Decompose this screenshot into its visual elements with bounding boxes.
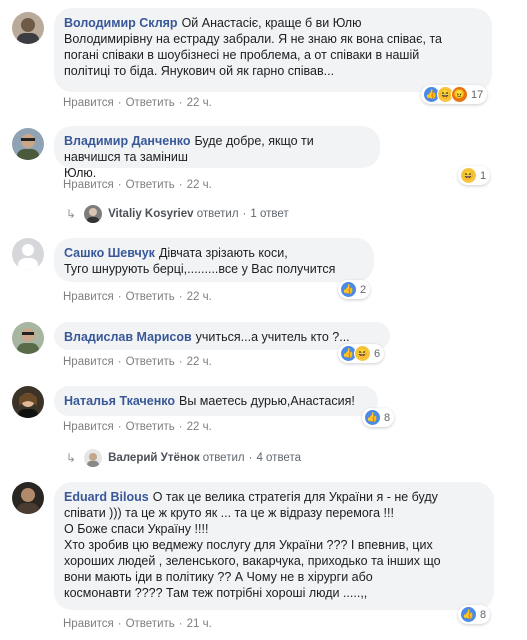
avatar[interactable] — [12, 128, 44, 160]
reply-link[interactable]: Ответить — [126, 97, 175, 109]
comment-actions: Нравится · Ответить · 22 ч. — [63, 179, 212, 191]
reaction-count: 17 — [471, 88, 484, 101]
angry-icon: 😠 — [451, 86, 468, 103]
haha-icon: 😆 — [460, 167, 477, 184]
comment-text: Вы маетесь дурью,Анастасия! — [179, 394, 355, 408]
comment-bubble: Владимир Данченко Буде добре, якщо ти нав… — [54, 126, 380, 180]
reply-verb: ответил — [196, 208, 239, 220]
avatar[interactable] — [12, 12, 44, 44]
reaction-summary[interactable]: 👍 😆 😠 17 — [421, 85, 488, 104]
reaction-count: 2 — [360, 283, 367, 296]
reaction-summary[interactable]: 👍 8 — [362, 408, 395, 427]
reply-link[interactable]: Ответить — [126, 421, 175, 433]
like-link[interactable]: Нравится — [63, 179, 114, 191]
like-icon: 👍 — [364, 409, 381, 426]
reply-arrow-icon: ↳ — [66, 451, 77, 465]
comment-actions: Нравится · Ответить · 22 ч. — [63, 421, 212, 433]
like-icon: 👍 — [340, 281, 357, 298]
like-link[interactable]: Нравится — [63, 356, 114, 368]
comment-author[interactable]: Eduard Bilous — [64, 490, 149, 504]
comment-bubble: Володимир Скляр Ой Анастасіє, краще б ви … — [54, 8, 492, 92]
reaction-count: 1 — [480, 169, 487, 182]
comment-bubble: Eduard Bilous О так це велика стратегія д… — [54, 482, 494, 610]
avatar[interactable] — [12, 322, 44, 354]
reaction-count: 8 — [480, 608, 487, 621]
like-icon: 👍 — [460, 606, 477, 623]
avatar[interactable] — [12, 482, 44, 514]
comment-actions: Нравится · Ответить · 21 ч. — [63, 618, 212, 630]
comment-bubble: Владислав Марисов учиться...а учитель кто… — [54, 322, 390, 350]
reaction-summary[interactable]: 👍 😆 6 — [338, 344, 385, 363]
reply-link[interactable]: Ответить — [126, 291, 175, 303]
comment-author[interactable]: Владислав Марисов — [64, 330, 192, 344]
reply-arrow-icon: ↳ — [66, 207, 77, 221]
timestamp[interactable]: 21 ч. — [187, 618, 212, 630]
comment-author[interactable]: Владимир Данченко — [64, 134, 190, 148]
reply-author[interactable]: Vitaliy Kosyriev — [108, 208, 193, 220]
reaction-count: 8 — [384, 411, 391, 424]
avatar[interactable] — [12, 386, 44, 418]
timestamp[interactable]: 22 ч. — [187, 356, 212, 368]
timestamp[interactable]: 22 ч. — [187, 291, 212, 303]
comment-actions: Нравится · Ответить · 22 ч. — [63, 97, 212, 109]
reaction-summary[interactable]: 👍 8 — [458, 605, 491, 624]
haha-icon: 😆 — [354, 345, 371, 362]
reply-link[interactable]: Ответить — [126, 179, 175, 191]
comment-actions: Нравится · Ответить · 22 ч. — [63, 356, 212, 368]
reaction-summary[interactable]: 👍 2 — [338, 280, 371, 299]
reaction-count: 6 — [374, 347, 381, 360]
like-link[interactable]: Нравится — [63, 618, 114, 630]
timestamp[interactable]: 22 ч. — [187, 179, 212, 191]
avatar — [84, 449, 103, 467]
avatar[interactable] — [12, 238, 44, 270]
replies-thread[interactable]: ↳ Валерий Утёнок ответил · 4 ответа — [66, 449, 301, 467]
comment-author[interactable]: Сашко Шевчук — [64, 246, 155, 260]
comment-author[interactable]: Володимир Скляр — [64, 16, 178, 30]
timestamp[interactable]: 22 ч. — [187, 97, 212, 109]
comment-actions: Нравится · Ответить · 22 ч. — [63, 291, 212, 303]
comment-author[interactable]: Наталья Ткаченко — [64, 394, 175, 408]
like-link[interactable]: Нравится — [63, 291, 114, 303]
reply-link[interactable]: Ответить — [126, 356, 175, 368]
like-link[interactable]: Нравится — [63, 421, 114, 433]
reply-count[interactable]: 1 ответ — [250, 208, 288, 220]
avatar — [84, 205, 103, 223]
like-link[interactable]: Нравится — [63, 97, 114, 109]
reply-author[interactable]: Валерий Утёнок — [108, 452, 200, 464]
replies-thread[interactable]: ↳ Vitaliy Kosyriev ответил · 1 ответ — [66, 205, 289, 223]
reaction-summary[interactable]: 😆 1 — [458, 166, 491, 185]
comment-bubble: Сашко Шевчук Дівчата зрізають коси, Туго … — [54, 238, 374, 282]
comment-text: О так це велика стратегія для України я … — [64, 490, 441, 600]
reply-count[interactable]: 4 ответа — [256, 452, 301, 464]
comment-bubble: Наталья Ткаченко Вы маетесь дурью,Анастас… — [54, 386, 378, 416]
comment-text: учиться...а учитель кто ?... — [195, 330, 350, 344]
timestamp[interactable]: 22 ч. — [187, 421, 212, 433]
reply-verb: ответил — [202, 452, 245, 464]
reply-link[interactable]: Ответить — [126, 618, 175, 630]
